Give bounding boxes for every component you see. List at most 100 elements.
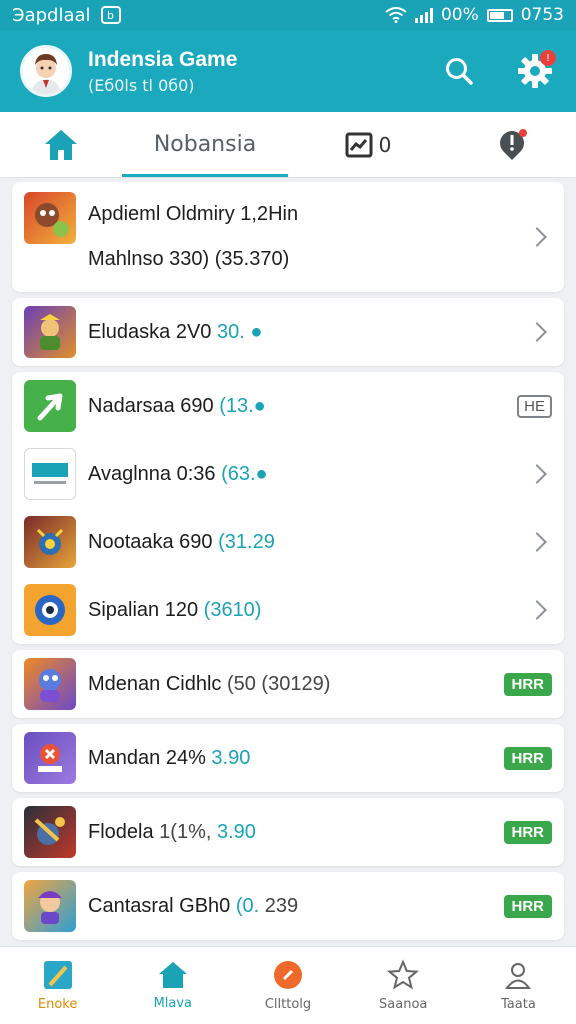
clock: 0753 [520, 5, 564, 25]
item-tag[interactable]: HRR [503, 746, 552, 770]
item-tag[interactable]: HE [517, 394, 552, 418]
hero-icon [38, 891, 62, 924]
home-icon [45, 129, 77, 160]
item-tag[interactable]: HRR [503, 894, 552, 918]
nav-taata[interactable]: Taata [461, 947, 576, 1024]
search-button[interactable] [438, 50, 480, 92]
game-thumb [24, 516, 76, 568]
chevron-right-icon [527, 464, 547, 484]
warrior-icon [40, 314, 60, 350]
chart-board-icon [345, 132, 373, 157]
robot-icon [36, 528, 64, 555]
game-logo-icon [32, 463, 68, 484]
eye-ball-icon [35, 595, 65, 625]
game-thumb [24, 658, 76, 710]
profile-icon [505, 963, 532, 989]
chevron-right-icon [527, 322, 547, 342]
tab-messages[interactable]: 0 [288, 112, 448, 177]
status-bar: Эapdlaal b 00% 0753 [0, 0, 576, 30]
game-thumb [24, 732, 76, 784]
nav-label: Cllttolg [264, 997, 312, 1012]
featured-game-thumb [24, 192, 76, 244]
alert-icon [500, 128, 527, 160]
avatar[interactable] [20, 45, 72, 97]
chevron-right-icon [527, 600, 547, 620]
app-title: Indensia Game [88, 47, 238, 71]
tab-bar: Nobansia 0 [0, 112, 576, 178]
circle-badge-icon [274, 961, 302, 989]
list-group-6: Cantasral GBh0 (0. 239 HRR [12, 872, 564, 940]
nav-saanoa[interactable]: Saanoa [346, 947, 461, 1024]
list-item[interactable]: Eludaska 2V0 30. ● [12, 298, 564, 366]
list-group-4: Mandan 24% 3.90 HRR [12, 724, 564, 792]
game-thumb [24, 380, 76, 432]
list-item[interactable]: Nootaaka 690 (31.29 [12, 508, 564, 576]
game-thumb [24, 448, 76, 500]
list-item[interactable]: Mdenan Cidhlc (50 (30129) HRR [12, 650, 564, 718]
tab-main[interactable]: Nobansia [122, 112, 288, 177]
nav-label: Enoke [37, 997, 78, 1012]
arrow-icon [37, 393, 63, 421]
search-icon [446, 58, 473, 85]
tab-alerts[interactable] [448, 112, 576, 177]
item-tag[interactable]: HRR [503, 820, 552, 844]
chevron-right-icon [527, 227, 547, 247]
game-list: Apdieml Oldmiry 1,2Hin Mahlnso 330) (35.… [12, 182, 564, 946]
battery-percent: 00% [440, 5, 479, 25]
app-subtitle: (Eб0ls tl 0б0) [88, 75, 195, 95]
settings-badge: ! [540, 50, 556, 66]
item-text: Avaglnna 0:36 (63.● [88, 462, 268, 485]
item-tag[interactable]: HRR [503, 672, 552, 696]
creature-icon [39, 669, 61, 702]
game-thumb [24, 806, 76, 858]
list-group-1: Eludaska 2V0 30. ● [12, 298, 564, 366]
list-item[interactable]: Nadarsaa 690 (13.● HE [12, 372, 564, 440]
game-thumb [24, 584, 76, 636]
list-group-3: Mdenan Cidhlc (50 (30129) HRR [12, 650, 564, 718]
game-thumb [24, 306, 76, 358]
item-text: Nootaaka 690 (31.29 [88, 530, 275, 553]
game-thumb [24, 880, 76, 932]
nav-label: Taata [501, 997, 536, 1012]
item-text: Eludaska 2V0 30. ● [88, 320, 263, 343]
wand-icon [43, 961, 72, 989]
settings-button[interactable]: ! [514, 50, 556, 92]
featured-item[interactable]: Apdieml Oldmiry 1,2Hin Mahlnso 330) (35.… [12, 182, 564, 292]
nav-label: Mlava [153, 996, 193, 1011]
item-text: Cantasral GBh0 (0. 239 [88, 894, 299, 917]
home-icon [158, 962, 187, 988]
badge-game-icon [38, 744, 62, 772]
user-avatar-icon [31, 54, 61, 94]
carrier-name: Эapdlaal [12, 4, 91, 26]
battery-icon [486, 8, 513, 22]
featured-line-2: Mahlnso 330) (35.370) [88, 248, 290, 270]
list-item[interactable]: Flodela 1(1%, 3.90 HRR [12, 798, 564, 866]
list-group-5: Flodela 1(1%, 3.90 HRR [12, 798, 564, 866]
nav-enoke[interactable]: Enoke [0, 947, 115, 1024]
chevron-right-icon [527, 532, 547, 552]
nav-mlava[interactable]: Mlava [115, 947, 230, 1024]
bottom-nav: Enoke Mlava Cllttolg Saanoa Taata [0, 946, 576, 1024]
signal-icon [414, 7, 433, 23]
notification-app-icon: b [100, 6, 121, 24]
item-text: Nadarsaa 690 (13.● [88, 394, 266, 417]
battle-icon [34, 817, 65, 845]
wifi-icon [385, 7, 407, 23]
list-item[interactable]: Sipalian 120 (3610) [12, 576, 564, 644]
star-icon [387, 959, 420, 990]
nav-cllttolg[interactable]: Cllttolg [230, 947, 345, 1024]
game-character-icon [35, 203, 69, 237]
message-count: 0 [378, 132, 392, 157]
tab-home[interactable] [0, 112, 122, 177]
item-text: Sipalian 120 (3610) [88, 598, 262, 621]
nav-label: Saanoa [379, 997, 428, 1012]
list-item[interactable]: Avaglnna 0:36 (63.● [12, 440, 564, 508]
item-text: Mandan 24% 3.90 [88, 746, 251, 769]
list-group-2: Nadarsaa 690 (13.● HE Avaglnna 0:36 (63.… [12, 372, 564, 644]
item-text: Mdenan Cidhlc (50 (30129) [88, 672, 331, 695]
app-header: Indensia Game (Eб0ls tl 0б0) ! [0, 30, 576, 112]
list-item[interactable]: Mandan 24% 3.90 HRR [12, 724, 564, 792]
item-text: Flodela 1(1%, 3.90 [88, 820, 256, 843]
featured-line-1: Apdieml Oldmiry 1,2Hin [88, 203, 299, 225]
list-item[interactable]: Cantasral GBh0 (0. 239 HRR [12, 872, 564, 940]
